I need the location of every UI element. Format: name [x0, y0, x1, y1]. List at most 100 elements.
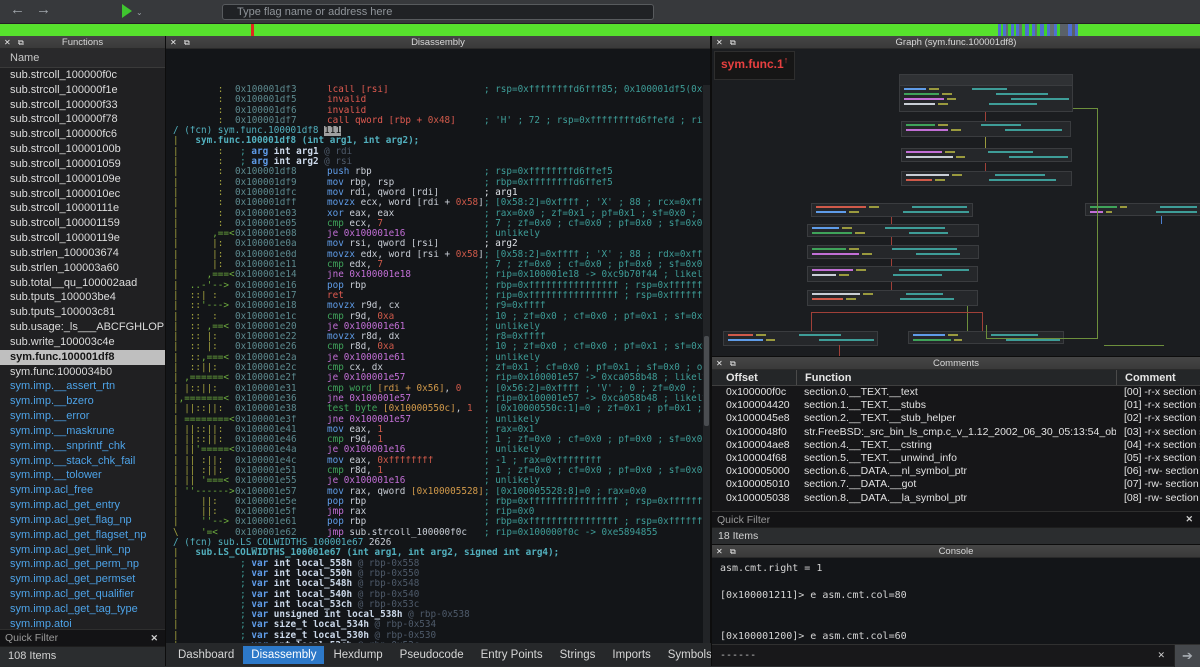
- function-item[interactable]: sym.imp.acl_get_link_np: [0, 543, 165, 558]
- scrollbar-thumb[interactable]: [704, 336, 709, 426]
- function-item[interactable]: sym.imp.acl_get_perm_np: [0, 557, 165, 572]
- disasm-line[interactable]: | :: |: 0x100001e22movzx r8d, dx; r8=0xf…: [173, 332, 703, 342]
- graph-basic-block[interactable]: [723, 331, 878, 346]
- function-item[interactable]: sym.imp.__assert_rtn: [0, 379, 165, 394]
- graph-basic-block[interactable]: [807, 245, 979, 259]
- function-item[interactable]: sub.strlen_100003a60: [0, 261, 165, 276]
- send-command-button[interactable]: ➔: [1174, 645, 1200, 667]
- disasm-line[interactable]: : 0x100001df3lcall [rsi]; rsp=0xffffffff…: [173, 85, 703, 95]
- graph-basic-block[interactable]: [1085, 203, 1200, 216]
- graph-basic-block[interactable]: [899, 74, 1073, 112]
- tab-symbols[interactable]: Symbols: [660, 646, 711, 664]
- function-item[interactable]: sym.imp.acl_get_qualifier: [0, 587, 165, 602]
- disasm-line[interactable]: | : 0x100001e05cmp ecx, 7; 7 ; zf=0x0 ; …: [173, 219, 703, 229]
- seek-coverage-bar[interactable]: [0, 24, 1200, 36]
- function-item[interactable]: sym.imp.acl_get_permset: [0, 572, 165, 587]
- function-item[interactable]: sym.func.100001df8: [0, 350, 165, 365]
- disasm-line[interactable]: | : 0x100001dffmovzx ecx, word [rdi + 0x…: [173, 198, 703, 208]
- tab-pseudocode[interactable]: Pseudocode: [392, 646, 472, 664]
- graph-basic-block[interactable]: [901, 148, 1072, 162]
- flag-search-input[interactable]: [222, 4, 654, 20]
- disasm-line[interactable]: | ; var unsigned int local_538h @ rbp-0x…: [173, 610, 703, 620]
- table-row[interactable]: 0x100004420section.1.__TEXT.__stubs[01] …: [712, 399, 1200, 412]
- disasm-line[interactable]: | ; var int local_53ch @ rbp-0x53c: [173, 600, 703, 610]
- disasm-line[interactable]: |,=======< 0x100001e36jne 0x100001e57; r…: [173, 394, 703, 404]
- table-row[interactable]: 0x100004ae8section.4.__TEXT.__cstring[04…: [712, 439, 1200, 452]
- disasm-line[interactable]: | ''--> 0x100001e61pop rbp; rbp=0xffffff…: [173, 517, 703, 527]
- disasm-line[interactable]: | ||::||: 0x100001e41mov eax, 1; rax=0x1: [173, 425, 703, 435]
- disasm-line[interactable]: | : 0x100001df8push rbp; rsp=0xffffffffd…: [173, 167, 703, 177]
- disasm-line[interactable]: / (fcn) sub.LS_COLWIDTHS_100001e67 2626: [173, 538, 703, 548]
- clear-filter-icon[interactable]: ✕: [1178, 514, 1200, 525]
- disasm-line[interactable]: | :: ,==< 0x100001e20je 0x100001e61; unl…: [173, 322, 703, 332]
- graph-basic-block[interactable]: [811, 203, 973, 217]
- function-item[interactable]: sub.strcoll_10000119e: [0, 231, 165, 246]
- tab-strings[interactable]: Strings: [552, 646, 604, 664]
- disasm-line[interactable]: | ::||: 0x100001e2ccmp cx, dx; zf=0x1 ; …: [173, 363, 703, 373]
- table-row[interactable]: 0x100000f0csection.0.__TEXT.__text[00] -…: [712, 386, 1200, 399]
- tab-entry-points[interactable]: Entry Points: [473, 646, 551, 664]
- console-output[interactable]: asm.cmt.right = 1 [0x100001211]> e asm.c…: [712, 558, 1200, 644]
- disassembly-code[interactable]: : 0x100001df3lcall [rsi]; rsp=0xffffffff…: [173, 85, 703, 643]
- function-item[interactable]: sub.tputs_100003c81: [0, 305, 165, 320]
- function-item[interactable]: sub.strcoll_100000f33: [0, 98, 165, 113]
- function-item[interactable]: sub.strcoll_100000f1e: [0, 83, 165, 98]
- clear-filter-icon[interactable]: ✕: [143, 633, 165, 644]
- disasm-line[interactable]: | ''------> 0x100001e57mov rax, qword [0…: [173, 487, 703, 497]
- comments-quick-filter-input[interactable]: [712, 514, 1178, 526]
- disasm-line[interactable]: | ..-'--> 0x100001e16pop rbp; rbp=0xffff…: [173, 281, 703, 291]
- function-item[interactable]: sym.imp.atoi: [0, 617, 165, 629]
- disasm-line[interactable]: | ; var int local_558h @ rbp-0x558: [173, 559, 703, 569]
- function-item[interactable]: sym.imp.__tolower: [0, 468, 165, 483]
- disasm-line[interactable]: | : 0x100001e03xor eax, eax; rax=0x0 ; z…: [173, 209, 703, 219]
- function-item[interactable]: sym.imp.acl_get_flagset_np: [0, 528, 165, 543]
- disassembly-scrollbar[interactable]: [703, 85, 710, 643]
- function-item[interactable]: sub.tputs_100003be4: [0, 290, 165, 305]
- disasm-line[interactable]: | ||: 0x100001e5fjmp rax; rip=0x0: [173, 507, 703, 517]
- functions-column-header[interactable]: Name: [0, 49, 165, 68]
- disasm-line[interactable]: | ; var size_t local_530h @ rbp-0x530: [173, 631, 703, 641]
- function-item[interactable]: sub.write_100003c4e: [0, 335, 165, 350]
- disasm-line[interactable]: | ; var int local_550h @ rbp-0x550: [173, 569, 703, 579]
- disasm-line[interactable]: | ::'---> 0x100001e18movzx r9d, cx; r9=0…: [173, 301, 703, 311]
- table-row[interactable]: 0x100004f68section.5.__TEXT.__unwind_inf…: [712, 452, 1200, 465]
- tab-imports[interactable]: Imports: [604, 646, 658, 664]
- disasm-line[interactable]: | sym.func.100001df8 (int arg1, int arg2…: [173, 136, 703, 146]
- function-item[interactable]: sub.strlen_100003674: [0, 246, 165, 261]
- functions-quick-filter-input[interactable]: [0, 632, 143, 644]
- function-item[interactable]: sym.imp.acl_get_flag_np: [0, 513, 165, 528]
- disasm-line[interactable]: | :: |: 0x100001e26cmp r8d, 0xa; 10 ; zf…: [173, 342, 703, 352]
- function-item[interactable]: sym.imp.__bzero: [0, 394, 165, 409]
- function-item[interactable]: sub.strcoll_10000100b: [0, 142, 165, 157]
- function-item[interactable]: sub.strcoll_100000fc6: [0, 127, 165, 142]
- disasm-line[interactable]: | :: : 0x100001e1ccmp r9d, 0xa; 10 ; zf=…: [173, 312, 703, 322]
- function-item[interactable]: sym.func.1000034b0: [0, 365, 165, 380]
- function-item[interactable]: sub.strcoll_10000111e: [0, 201, 165, 216]
- graph-basic-block[interactable]: [807, 266, 978, 282]
- graph-basic-block[interactable]: [901, 171, 1072, 186]
- disasm-line[interactable]: | |: 0x100001e0amov rsi, qword [rsi]; ar…: [173, 239, 703, 249]
- disasm-line[interactable]: | ; var int local_540h @ rbp-0x540: [173, 590, 703, 600]
- function-item[interactable]: sub.strcoll_100000f0c: [0, 68, 165, 83]
- function-item[interactable]: sym.imp.__maskrune: [0, 424, 165, 439]
- column-header-offset[interactable]: Offset: [712, 370, 796, 385]
- table-row[interactable]: 0x1000045e8section.2.__TEXT.__stub_helpe…: [712, 412, 1200, 425]
- table-row[interactable]: 0x100005038section.8.__DATA.__la_symbol_…: [712, 492, 1200, 505]
- graph-basic-block[interactable]: [807, 290, 978, 306]
- disasm-line[interactable]: | ,======< 0x100001e2fje 0x100001e57; ri…: [173, 373, 703, 383]
- function-item[interactable]: sym.imp.__error: [0, 409, 165, 424]
- disasm-line[interactable]: | ||: 0x100001e5epop rbp; rbp=0xffffffff…: [173, 497, 703, 507]
- disasm-line[interactable]: | : 0x100001dfcmov rdi, qword [rdi]; arg…: [173, 188, 703, 198]
- disasm-line[interactable]: | ; var int local_548h @ rbp-0x548: [173, 579, 703, 589]
- table-row[interactable]: 0x1000048f0str.FreeBSD:_src_bin_ls_cmp.c…: [712, 426, 1200, 439]
- graph-basic-block[interactable]: [807, 224, 979, 237]
- tab-dashboard[interactable]: Dashboard: [170, 646, 242, 664]
- disasm-line[interactable]: : 0x100001df6invalid: [173, 106, 703, 116]
- tab-hexdump[interactable]: Hexdump: [325, 646, 390, 664]
- graph-canvas[interactable]: sym.func.1↑: [712, 49, 1200, 356]
- disasm-line[interactable]: | || :||: 0x100001e51cmp r8d, 1; 1 ; zf=…: [173, 466, 703, 476]
- run-dropdown-caret-icon[interactable]: ⌄: [136, 8, 143, 17]
- function-item[interactable]: sym.imp.acl_get_entry: [0, 498, 165, 513]
- function-item[interactable]: sub.strcoll_10000109e: [0, 172, 165, 187]
- disasm-line[interactable]: : 0x100001df7call qword [rbp + 0x48]; 'H…: [173, 116, 703, 126]
